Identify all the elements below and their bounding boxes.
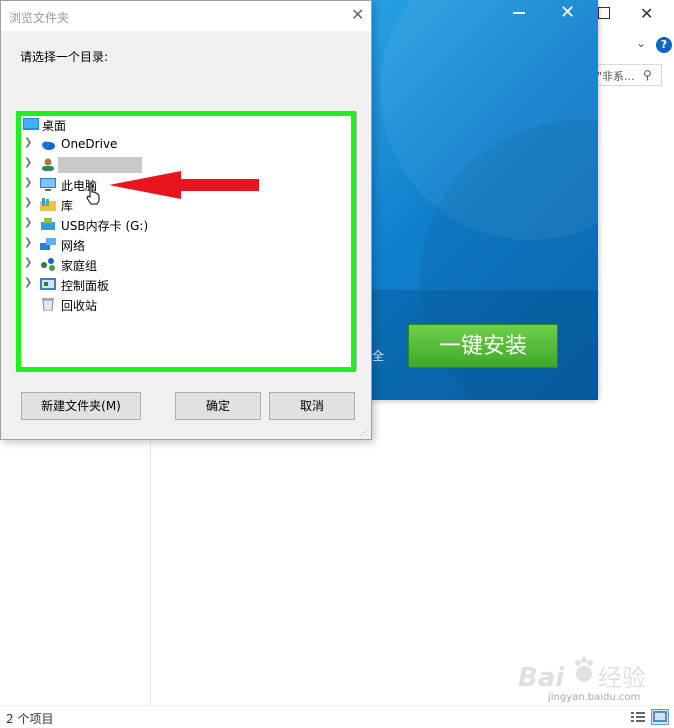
browse-folder-dialog: 浏览文件夹 ✕ 请选择一个目录: 桌面 ❯ OneDrive ❯ ❯ 此电脑 ❯: [0, 0, 372, 440]
status-bar: 2 个项目: [0, 705, 674, 728]
details-view-icon[interactable]: [630, 710, 646, 724]
dialog-close-icon[interactable]: ✕: [351, 5, 364, 24]
svg-text:Bai: Bai: [518, 663, 565, 693]
svg-text:经验: 经验: [598, 664, 646, 692]
help-icon[interactable]: ?: [656, 37, 672, 53]
baidu-watermark-logo: Bai 经验: [518, 657, 646, 693]
cancel-button[interactable]: 取消: [269, 392, 355, 420]
search-input[interactable]: "非系... ⚲: [592, 64, 662, 86]
resize-grip-icon[interactable]: ⋰: [360, 428, 368, 437]
large-icons-view-icon[interactable]: [651, 709, 669, 725]
hand-cursor-icon: [86, 183, 100, 205]
installer-close-icon[interactable]: ✕: [560, 2, 575, 23]
search-placeholder: "非系...: [597, 70, 635, 83]
navigation-pane-divider[interactable]: [150, 440, 151, 705]
watermark-url: jingyan.baidu.com: [548, 692, 641, 703]
minimize-icon[interactable]: [513, 12, 525, 14]
installer-footer-text: 全: [372, 349, 385, 363]
explorer-close-icon[interactable]: ✕: [640, 4, 653, 23]
search-icon[interactable]: ⚲: [643, 68, 652, 82]
ok-button[interactable]: 确定: [175, 392, 261, 420]
dialog-titlebar: 浏览文件夹 ✕: [1, 1, 371, 31]
annotation-arrow: [109, 171, 259, 199]
installer-window: ✕ 全 一键安装: [360, 0, 598, 400]
item-count: 2 个项目: [6, 712, 54, 726]
new-folder-button[interactable]: 新建文件夹(M): [21, 392, 141, 420]
ribbon-expand-chevron-icon[interactable]: ⌄: [636, 36, 646, 50]
dialog-prompt: 请选择一个目录:: [20, 50, 109, 64]
dialog-title: 浏览文件夹: [9, 11, 70, 25]
one-click-install-button[interactable]: 一键安装: [408, 324, 558, 368]
maximize-icon[interactable]: [598, 7, 610, 19]
annotation-highlight-box: [16, 111, 356, 372]
